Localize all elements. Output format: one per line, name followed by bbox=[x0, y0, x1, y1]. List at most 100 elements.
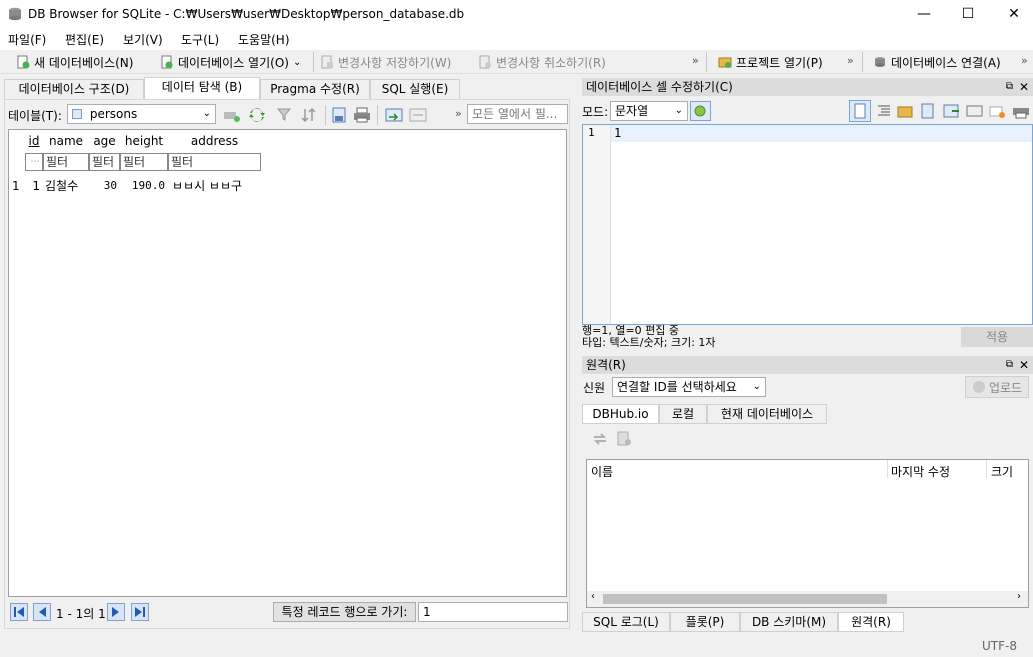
filter-height-input[interactable]: 필터 bbox=[120, 153, 168, 171]
save-table-icon[interactable] bbox=[331, 107, 349, 123]
revert-changes-button[interactable]: 변경사항 취소하기(R) bbox=[478, 53, 606, 71]
menu-view[interactable]: 보기(V) bbox=[123, 31, 163, 48]
scroll-left-icon[interactable]: ‹ bbox=[591, 591, 595, 602]
upload-button[interactable]: 업로드 bbox=[965, 376, 1029, 398]
tab-sql-log[interactable]: SQL 로그(L) bbox=[582, 612, 670, 632]
sync-icon[interactable] bbox=[249, 107, 265, 123]
menu-tools[interactable]: 도구(L) bbox=[181, 31, 219, 48]
remote-dock-header: 원격(R) ⧉ ✕ bbox=[582, 356, 1033, 374]
delete-record-icon[interactable] bbox=[409, 107, 427, 123]
cell-content[interactable]: 1 bbox=[614, 126, 621, 140]
menu-help[interactable]: 도움말(H) bbox=[238, 31, 290, 48]
refresh-icon[interactable] bbox=[223, 107, 241, 123]
word-wrap-icon[interactable] bbox=[849, 100, 871, 122]
identity-select[interactable]: 연결할 ID를 선택하세요 ⌄ bbox=[612, 377, 766, 397]
attach-database-button[interactable]: 데이터베이스 연결(A) bbox=[873, 53, 1001, 71]
scrollbar-thumb[interactable] bbox=[603, 594, 887, 604]
clear-filter-icon[interactable] bbox=[277, 107, 293, 123]
first-page-icon[interactable] bbox=[10, 603, 28, 621]
toolbar-overflow-icon[interactable]: » bbox=[455, 107, 462, 120]
column-header-last-modified[interactable]: 마지막 수정 bbox=[891, 463, 950, 480]
table-select[interactable]: persons ⌄ bbox=[67, 104, 216, 124]
column-header-address[interactable]: address bbox=[168, 130, 261, 152]
menu-edit[interactable]: 편집(E) bbox=[65, 31, 104, 48]
last-page-icon[interactable] bbox=[131, 603, 149, 621]
tab-pragma[interactable]: Pragma 수정(R) bbox=[260, 79, 370, 99]
project-icon bbox=[718, 57, 732, 68]
tab-execute-sql[interactable]: SQL 실행(E) bbox=[370, 79, 460, 99]
current-line-highlight bbox=[611, 125, 1032, 142]
toolbar-separator bbox=[377, 105, 378, 125]
write-changes-icon bbox=[321, 55, 333, 69]
attach-database-label: 데이터베이스 연결(A) bbox=[891, 55, 1001, 70]
import-icon[interactable] bbox=[897, 103, 915, 119]
tab-plot[interactable]: 플롯(P) bbox=[670, 612, 740, 632]
menu-file[interactable]: 파일(F) bbox=[8, 31, 46, 48]
column-header-size[interactable]: 크기 bbox=[991, 463, 1013, 480]
apply-button[interactable]: 적용 bbox=[961, 327, 1033, 347]
next-page-icon[interactable] bbox=[107, 603, 125, 621]
scroll-right-icon[interactable]: › bbox=[1017, 591, 1021, 602]
export-icon[interactable] bbox=[920, 103, 936, 119]
horizontal-scrollbar[interactable]: ‹ › bbox=[587, 591, 1028, 607]
open-database-button[interactable]: 데이터베이스 열기(O) ⌄ bbox=[160, 53, 301, 71]
mode-label: 모드: bbox=[582, 105, 609, 119]
goto-record-button[interactable]: 특정 레코드 행으로 가기: bbox=[273, 602, 416, 622]
tab-local[interactable]: 로컬 bbox=[659, 404, 707, 424]
cell-id[interactable]: 1 bbox=[25, 174, 43, 198]
tab-browse-data[interactable]: 데이터 탐색 (B) bbox=[144, 77, 260, 99]
tab-database-structure[interactable]: 데이터베이스 구조(D) bbox=[4, 79, 144, 99]
undock-icon[interactable]: ⧉ bbox=[1006, 356, 1013, 374]
cell-name[interactable]: 김철수 bbox=[45, 174, 89, 198]
tab-remote[interactable]: 원격(R) bbox=[838, 612, 904, 632]
open-project-button[interactable]: 프로젝트 열기(P) bbox=[718, 53, 823, 71]
cell-height[interactable]: 190.0 bbox=[120, 174, 168, 198]
print-icon[interactable] bbox=[1012, 103, 1030, 119]
sort-icon[interactable] bbox=[301, 107, 317, 123]
column-header-name[interactable]: name bbox=[43, 130, 89, 152]
refresh-icon[interactable] bbox=[592, 431, 608, 447]
column-header-height[interactable]: height bbox=[120, 130, 168, 152]
save-to-file-icon[interactable] bbox=[943, 103, 961, 119]
toolbar-overflow-icon[interactable]: » bbox=[692, 54, 699, 67]
maximize-button[interactable]: ☐ bbox=[945, 0, 991, 28]
cell-type-status: 타입: 텍스트/숫자; 크기: 1자 bbox=[582, 336, 716, 349]
print-icon[interactable] bbox=[353, 107, 371, 123]
insert-record-icon[interactable] bbox=[385, 107, 403, 123]
clone-database-icon[interactable] bbox=[616, 431, 634, 447]
toolbar-overflow-icon[interactable]: » bbox=[847, 54, 854, 67]
previous-page-icon[interactable] bbox=[33, 603, 51, 621]
column-header-age[interactable]: age bbox=[89, 130, 120, 152]
indent-icon[interactable] bbox=[876, 103, 892, 119]
goto-record-input[interactable]: 1 bbox=[418, 602, 568, 622]
close-button[interactable]: ✕ bbox=[991, 0, 1033, 28]
new-database-button[interactable]: 새 데이터베이스(N) bbox=[16, 53, 133, 71]
cell-editor[interactable]: 1 1 bbox=[582, 124, 1033, 325]
clear-cell-icon[interactable] bbox=[989, 103, 1007, 119]
filter-age-input[interactable]: 필터 bbox=[89, 153, 120, 171]
record-navigation: 1 - 1의 1 특정 레코드 행으로 가기: 1 bbox=[5, 600, 571, 626]
auto-switch-mode-icon[interactable] bbox=[690, 101, 711, 121]
line-number: 1 bbox=[588, 126, 595, 139]
dropdown-arrow-icon[interactable]: ⌄ bbox=[293, 57, 301, 68]
filter-name-input[interactable]: 필터 bbox=[43, 153, 89, 171]
filter-all-columns-input[interactable]: 모든 열에서 필... bbox=[467, 104, 568, 124]
table-row[interactable]: 1 1 김철수 30 190.0 ㅂㅂ시 ㅂㅂ구 bbox=[9, 174, 261, 198]
close-icon[interactable]: ✕ bbox=[1019, 78, 1029, 96]
minimize-button[interactable]: — bbox=[901, 0, 947, 28]
filter-address-input[interactable]: 필터 bbox=[168, 153, 261, 171]
mode-select[interactable]: 문자열 ⌄ bbox=[610, 101, 688, 121]
column-divider bbox=[887, 460, 888, 478]
column-header-name[interactable]: 이름 bbox=[591, 463, 613, 480]
tab-db-schema[interactable]: DB 스키마(M) bbox=[740, 612, 838, 632]
cell-address[interactable]: ㅂㅂ시 ㅂㅂ구 bbox=[172, 174, 261, 198]
close-icon[interactable]: ✕ bbox=[1019, 356, 1029, 374]
toolbar-overflow-icon[interactable]: » bbox=[1021, 54, 1028, 67]
tab-current-database[interactable]: 현재 데이터베이스 bbox=[707, 404, 827, 424]
tab-dbhub[interactable]: DBHub.io bbox=[582, 404, 659, 424]
undock-icon[interactable]: ⧉ bbox=[1006, 78, 1013, 96]
column-header-id[interactable]: id bbox=[25, 130, 43, 152]
set-null-icon[interactable] bbox=[966, 103, 984, 119]
write-changes-button[interactable]: 변경사항 저장하기(W) bbox=[320, 53, 451, 71]
cell-age[interactable]: 30 bbox=[89, 174, 120, 198]
